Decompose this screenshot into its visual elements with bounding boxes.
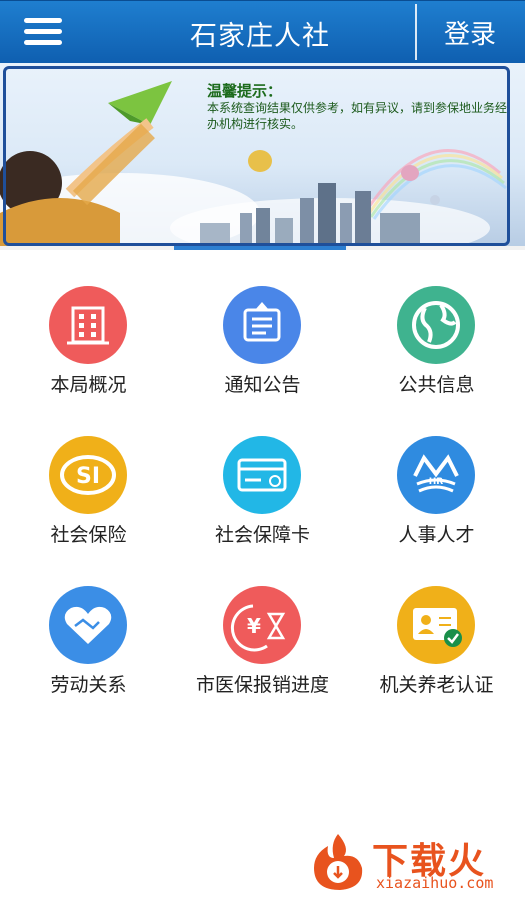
pager-dot[interactable] [348,246,525,250]
grid-item-label: 社会保险 [50,524,127,546]
handshake-heart-icon [49,586,127,664]
svg-text:SI: SI [76,464,100,489]
hr-logo-icon: HR [397,436,475,514]
grid-item-label: 本局概况 [50,374,127,396]
grid-item-public-info[interactable]: 公共信息 [349,280,524,420]
hamburger-menu-icon[interactable] [18,14,66,50]
banner[interactable]: 温馨提示： 本系统查询结果仅供参考，如有异议，请到参保地业务经办机构进行核实。 [0,63,525,248]
grid-item-pension-certification[interactable]: 机关养老认证 [349,580,524,720]
pager-dot-active[interactable] [174,246,346,250]
notice-board-icon [223,286,301,364]
yuan-hourglass-icon: ¥ [223,586,301,664]
notice-title: 温馨提示： [207,82,283,100]
svg-text:¥: ¥ [247,614,261,638]
grid-item-label: 社会保障卡 [214,524,310,546]
login-button[interactable]: 登录 [430,14,510,51]
si-logo-icon: SI [49,436,127,514]
grid-item-personnel-talent[interactable]: HR 人事人才 [349,430,524,570]
grid-item-label: 公共信息 [398,374,475,396]
grid-item-label: 劳动关系 [50,674,127,696]
grid-item-label: 通知公告 [224,374,301,396]
watermark-url: xiazaihuo.com [376,874,494,892]
card-icon [223,436,301,514]
banner-pager [0,246,525,250]
header-divider [415,4,417,60]
grid-item-label: 人事人才 [398,524,475,546]
building-icon [49,286,127,364]
id-verify-icon [397,586,475,664]
globe-icon [397,286,475,364]
notice-text: 本系统查询结果仅供参考，如有异议，请到参保地业务经办机构进行核实。 [207,101,508,131]
app-title: 石家庄人社 [190,21,330,52]
grid-item-notices[interactable]: 通知公告 [175,280,350,420]
flame-logo-icon [314,834,363,890]
grid-item-label: 市医保报销进度 [195,674,329,696]
grid-item-medical-reimbursement[interactable]: ¥ 市医保报销进度 [175,580,350,720]
svg-text:HR: HR [429,477,444,487]
grid-item-social-insurance[interactable]: SI 社会保险 [1,430,176,570]
grid-item-label: 机关养老认证 [379,674,494,696]
pager-dot[interactable] [0,246,172,250]
grid-item-labor-relations[interactable]: 劳动关系 [1,580,176,720]
grid-item-social-security-card[interactable]: 社会保障卡 [175,430,350,570]
grid-item-bureau-overview[interactable]: 本局概况 [1,280,176,420]
watermark: 下载火 xiazaihuo.com [306,828,525,897]
top-bar: 石家庄人社 登录 [0,0,525,63]
